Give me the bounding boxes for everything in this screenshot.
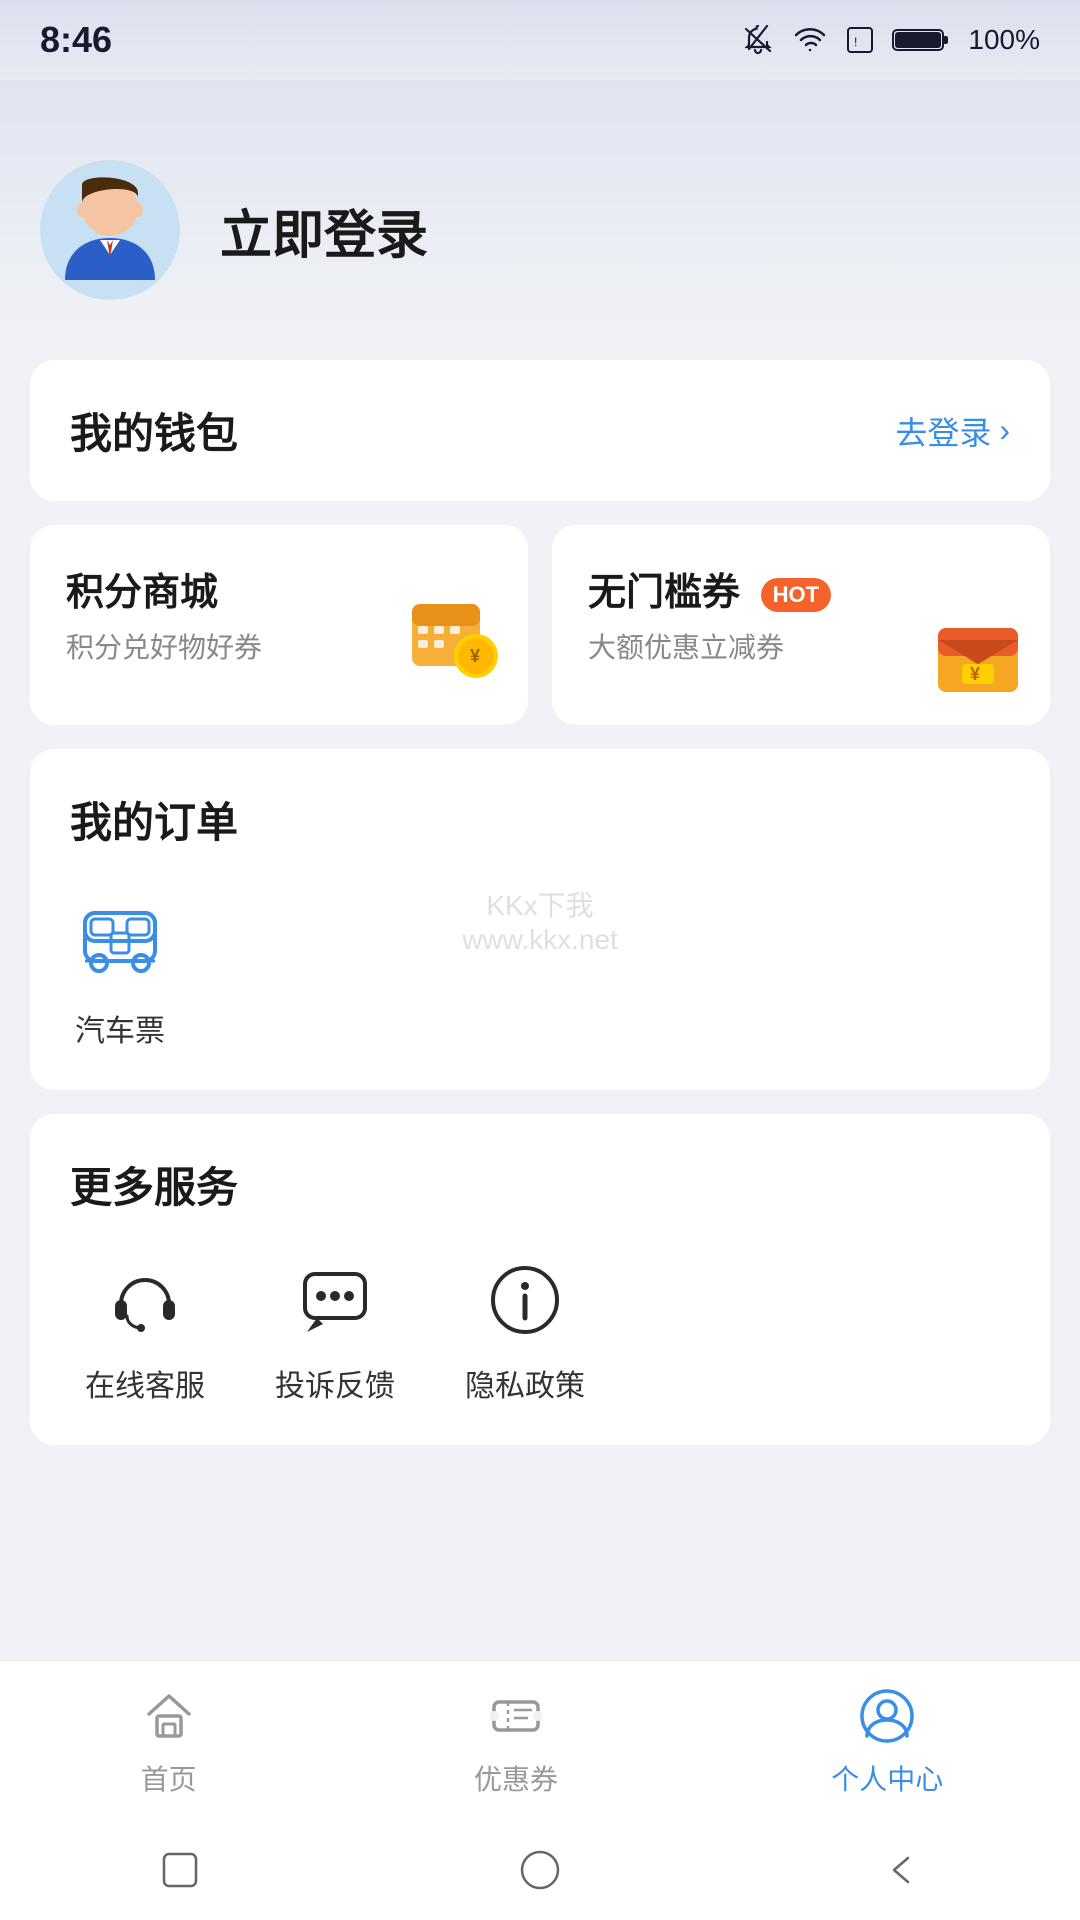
bottom-nav: 首页 优惠券 个人中心 [0,1660,1080,1820]
battery-percentage: 100% [968,24,1040,56]
nav-home-label: 首页 [141,1758,197,1798]
back-button[interactable] [865,1835,935,1905]
svg-text:¥: ¥ [970,664,980,684]
wallet-login-link[interactable]: 去登录 › [895,408,1010,454]
profile-nav-icon [855,1684,919,1748]
hot-badge: HOT [761,578,831,612]
system-home-button[interactable] [505,1835,575,1905]
info-icon [480,1255,570,1345]
order-items: 汽车票 [70,890,1010,1050]
promo-cards: 积分商城 积分兑好物好券 ¥ [30,525,1050,725]
wallet-title: 我的钱包 [70,400,238,461]
avatar-image [55,170,165,290]
nav-item-home[interactable]: 首页 [137,1684,201,1798]
sim-icon: ! [844,24,876,56]
orders-card: 我的订单 KKx下我 www.kkx.net [30,749,1050,1090]
main-content: 我的钱包 去登录 › 积分商城 积分兑好物好券 [0,360,1080,1749]
service-item-privacy[interactable]: 隐私政策 [450,1255,600,1405]
service-items: 在线客服 投诉反馈 [70,1255,1010,1405]
wallet-card[interactable]: 我的钱包 去登录 › [30,360,1050,501]
status-icons: ! 100% [740,22,1040,58]
coupon-nav-icon [484,1684,548,1748]
services-card: 更多服务 [30,1114,1050,1445]
profile-header[interactable]: 立即登录 [0,80,1080,360]
bus-icon [70,890,170,990]
status-bar: 8:46 ! 100% [0,0,1080,80]
home-icon [137,1684,201,1748]
complaint-label: 投诉反馈 [275,1361,395,1405]
nav-item-profile[interactable]: 个人中心 [831,1684,943,1798]
coupon-icon: ¥ [930,604,1026,705]
nav-item-coupon[interactable]: 优惠券 [474,1684,558,1798]
points-shop-card[interactable]: 积分商城 积分兑好物好券 ¥ [30,525,528,725]
coupon-card[interactable]: 无门槛券 HOT 大额优惠立减券 ¥ [552,525,1050,725]
points-shop-icon: ¥ [404,584,504,705]
bell-mute-icon [740,22,776,58]
service-item-complaint[interactable]: 投诉反馈 [260,1255,410,1405]
svg-text:!: ! [854,35,857,49]
cs-label: 在线客服 [85,1361,205,1405]
svg-text:¥: ¥ [470,646,480,666]
privacy-label: 隐私政策 [465,1361,585,1405]
headphone-icon [100,1255,190,1345]
recent-apps-button[interactable] [145,1835,215,1905]
service-item-cs[interactable]: 在线客服 [70,1255,220,1405]
order-item-bus[interactable]: 汽车票 [70,890,170,1050]
login-prompt[interactable]: 立即登录 [220,193,428,268]
orders-title: 我的订单 [70,789,1010,850]
bus-ticket-label: 汽车票 [75,1006,165,1050]
avatar[interactable] [40,160,180,300]
nav-profile-label: 个人中心 [831,1758,943,1798]
wifi-icon [792,22,828,58]
battery-icon [892,24,952,56]
chat-icon [290,1255,380,1345]
status-time: 8:46 [40,19,112,61]
nav-coupon-label: 优惠券 [474,1758,558,1798]
services-title: 更多服务 [70,1154,1010,1215]
sys-nav-bar [0,1820,1080,1920]
